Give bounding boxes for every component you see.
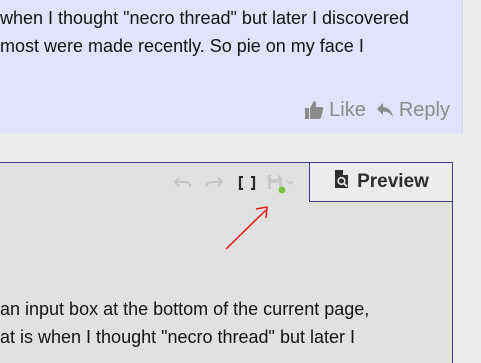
like-label: Like bbox=[329, 98, 366, 121]
toggle-bbcode-button[interactable] bbox=[236, 175, 258, 195]
editor-line: an input box at the bottom of the curren… bbox=[0, 299, 370, 319]
previous-post: when I thought "necro thread" but later … bbox=[0, 0, 463, 134]
editor-text[interactable]: an input box at the bottom of the curren… bbox=[0, 295, 450, 351]
brackets-icon bbox=[238, 175, 256, 194]
file-search-icon bbox=[333, 169, 351, 195]
annotation-arrow-icon bbox=[225, 206, 268, 250]
like-button[interactable]: Like bbox=[304, 99, 366, 122]
save-draft-icon bbox=[265, 172, 297, 199]
preview-label: Preview bbox=[357, 171, 429, 192]
post-separator bbox=[0, 134, 481, 162]
post-body: when I thought "necro thread" but later … bbox=[0, 4, 460, 60]
reply-label: Reply bbox=[398, 98, 450, 121]
post-line: when I thought "necro thread" but later … bbox=[0, 8, 410, 28]
drafts-button[interactable] bbox=[264, 174, 298, 195]
redo-button[interactable] bbox=[203, 175, 225, 195]
undo-button[interactable] bbox=[172, 175, 194, 195]
undo-icon bbox=[173, 176, 192, 195]
post-actions: Like Reply bbox=[304, 96, 450, 124]
post-line: most were made recently. So pie on my fa… bbox=[0, 36, 364, 56]
reply-icon bbox=[376, 102, 394, 118]
reply-editor[interactable]: Preview an input box at the bottom of th… bbox=[0, 162, 453, 363]
editor-line: at is when I thought "necro thread" but … bbox=[0, 327, 355, 347]
reply-button[interactable]: Reply bbox=[376, 99, 450, 122]
redo-icon bbox=[205, 176, 224, 195]
thumbs-up-icon bbox=[304, 100, 324, 120]
preview-button[interactable]: Preview bbox=[309, 162, 452, 202]
